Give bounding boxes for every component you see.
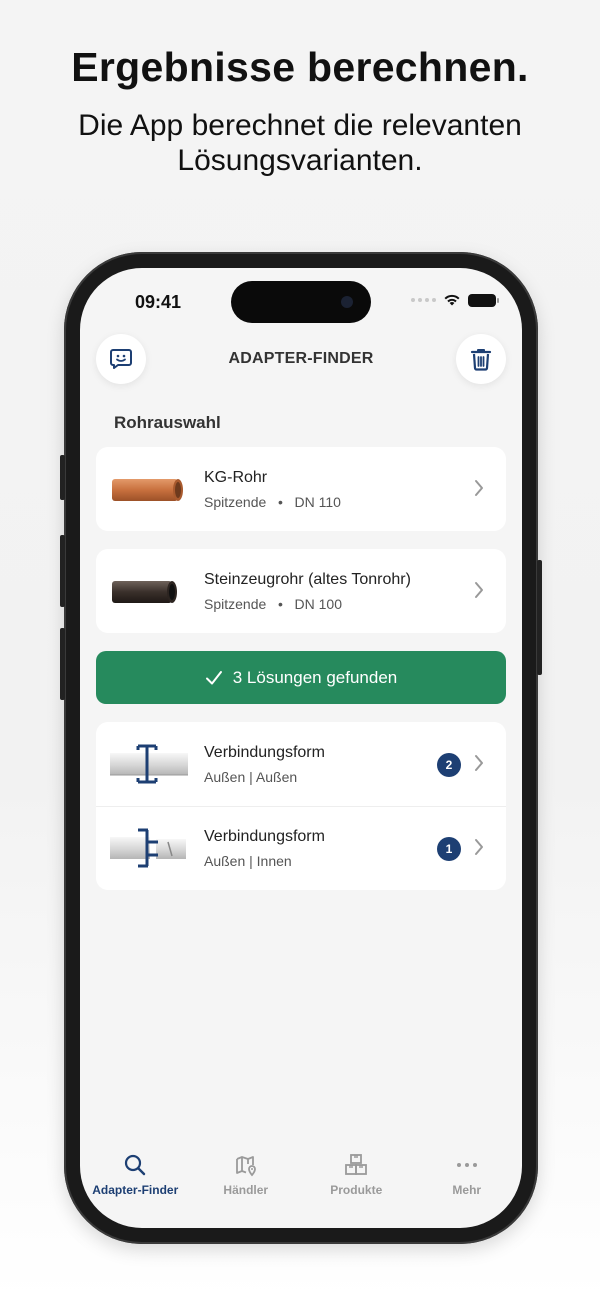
list-item[interactable]: KG-Rohr Spitzende • DN 110: [96, 447, 506, 531]
tab-label: Händler: [223, 1183, 269, 1197]
tab-label: Adapter-Finder: [92, 1183, 179, 1197]
solution-subtitle: Außen | Innen: [204, 853, 292, 869]
dynamic-island: [231, 281, 371, 323]
tab-label: Mehr: [452, 1183, 482, 1197]
connection-outer-outer-image: [110, 744, 188, 784]
tab-produkte[interactable]: Produkte: [301, 1153, 412, 1203]
map-pin-icon: [235, 1156, 256, 1177]
chevron-right-icon: [475, 839, 483, 855]
pipe-details: Spitzende • DN 100: [204, 596, 342, 612]
signal-icon: [411, 298, 436, 302]
pipe-end: Spitzende: [204, 596, 267, 612]
chevron-right-icon: [475, 755, 483, 771]
wifi-icon: [444, 294, 460, 306]
chevron-right-icon: [475, 582, 483, 598]
solution-subtitle: Außen | Außen: [204, 769, 298, 785]
delete-button[interactable]: [456, 334, 506, 384]
tab-mehr[interactable]: Mehr: [412, 1153, 523, 1203]
count-badge: 2: [437, 753, 461, 777]
pipe-card[interactable]: KG-Rohr Spitzende • DN 110: [96, 447, 506, 531]
phone-side-button: [60, 535, 65, 607]
solutions-card: Verbindungsform Außen | Außen 2 Verbindu…: [96, 722, 506, 890]
boxes-icon: [345, 1154, 368, 1175]
solution-item[interactable]: Verbindungsform Außen | Außen 2: [96, 722, 506, 806]
solutions-found-label: 3 Lösungen gefunden: [232, 667, 398, 687]
status-icons: [411, 293, 499, 307]
marketing-headline: Ergebnisse berechnen.: [71, 44, 529, 90]
marketing-subline: Die App berechnet die relevanten Lösungs…: [78, 109, 522, 177]
phone-side-button: [537, 560, 542, 675]
separator-dot: •: [270, 494, 291, 510]
pipe-image: [112, 479, 183, 501]
list-item[interactable]: Steinzeugrohr (altes Tonrohr) Spitzende …: [96, 549, 506, 633]
separator-dot: •: [270, 596, 291, 612]
battery-icon: [468, 293, 499, 307]
pipe-end: Spitzende: [204, 494, 267, 510]
app-screen: 09:41 ADAPTER-FINDER Rohrauswahl KG-Rohr…: [80, 268, 522, 1228]
trash-icon: [470, 349, 492, 371]
phone-side-button: [60, 455, 65, 500]
solution-title: Verbindungsform: [204, 744, 325, 761]
search-icon: [125, 1154, 146, 1176]
chevron-right-icon: [475, 480, 483, 496]
status-time: 09:41: [135, 292, 182, 312]
solution-item[interactable]: Verbindungsform Außen | Innen 1: [96, 806, 506, 890]
tab-adapter-finder[interactable]: Adapter-Finder: [80, 1153, 191, 1203]
tab-haendler[interactable]: Händler: [191, 1153, 302, 1203]
home-indicator: [231, 1210, 371, 1215]
connection-outer-inner-image: [110, 828, 186, 868]
pipe-dn: DN 110: [294, 494, 341, 510]
phone-side-button: [60, 628, 65, 700]
tab-bar: Adapter-Finder Händler Produkte Mehr: [80, 1153, 522, 1203]
pipe-details: Spitzende • DN 110: [204, 494, 341, 510]
section-label-pipe-selection: Rohrauswahl: [114, 413, 221, 432]
pipe-dn: DN 100: [294, 596, 342, 612]
more-dots-icon: [456, 1163, 477, 1167]
count-badge: 1: [437, 837, 461, 861]
checkmark-icon: [205, 670, 222, 684]
pipe-image: [112, 581, 177, 603]
pipe-title: KG-Rohr: [204, 469, 268, 486]
tab-label: Produkte: [330, 1183, 383, 1197]
pipe-title: Steinzeugrohr (altes Tonrohr): [204, 571, 411, 588]
solution-title: Verbindungsform: [204, 828, 325, 845]
pipe-card[interactable]: Steinzeugrohr (altes Tonrohr) Spitzende …: [96, 549, 506, 633]
solutions-found-button[interactable]: 3 Lösungen gefunden: [96, 651, 506, 704]
